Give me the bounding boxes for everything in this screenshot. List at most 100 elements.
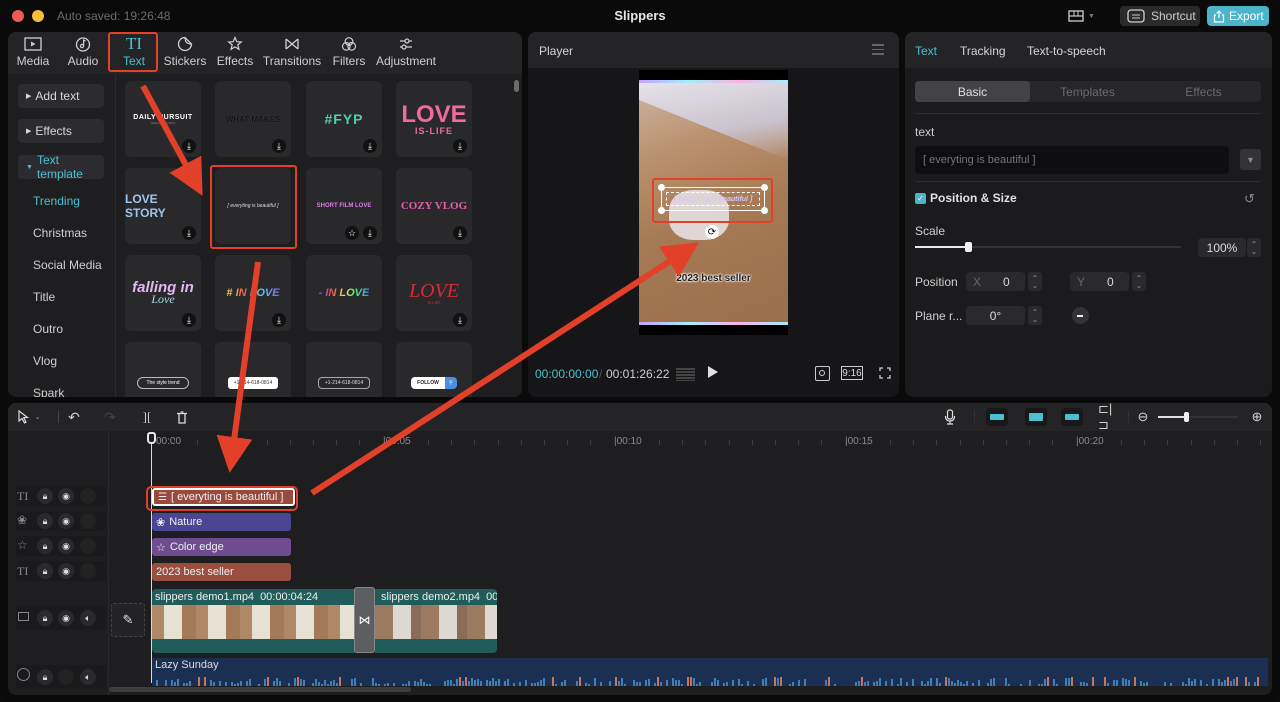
lock-icon[interactable]: 🔒︎ bbox=[37, 669, 53, 685]
template-tile[interactable]: WHAT MAKES ⤓ bbox=[215, 81, 291, 157]
tab-filters[interactable]: Filters bbox=[332, 34, 366, 70]
template-tile[interactable]: SHORT FILM LOVE ☆ ⤓ bbox=[306, 168, 382, 244]
template-scrollbar[interactable] bbox=[514, 80, 519, 92]
export-button[interactable]: Export bbox=[1207, 6, 1269, 26]
sidebar-item-outro[interactable]: Outro bbox=[33, 322, 63, 336]
undo-button[interactable]: ↶ bbox=[66, 408, 82, 426]
template-tile[interactable]: LOVE IS-LIFE ⤓ bbox=[396, 81, 472, 157]
sidebar-item-christmas[interactable]: Christmas bbox=[33, 226, 87, 240]
position-x-stepper[interactable]: ⌃ ⌄ bbox=[1028, 272, 1042, 291]
scale-stepper[interactable]: ⌃ ⌄ bbox=[1247, 238, 1261, 257]
menu-icon[interactable] bbox=[872, 44, 884, 55]
download-icon[interactable]: ⤓ bbox=[453, 226, 467, 240]
template-tile[interactable]: FOLLOW ⚲ bbox=[396, 342, 472, 397]
template-tile[interactable]: DAILY PURSUIT WEEKEND VIBES ⤓ bbox=[125, 81, 201, 157]
position-y-input[interactable]: Y 0 bbox=[1070, 272, 1129, 291]
eye-icon[interactable]: ◉ bbox=[58, 538, 74, 554]
eye-icon[interactable]: ◉ bbox=[58, 513, 74, 529]
rotation-stepper[interactable]: ⌃ ⌄ bbox=[1028, 306, 1042, 325]
rotate-handle-icon[interactable]: ⟳ bbox=[705, 225, 719, 239]
audio-clip[interactable]: Lazy Sunday bbox=[152, 658, 1268, 686]
template-tile[interactable]: falling in Love ⤓ bbox=[125, 255, 201, 331]
redo-button[interactable]: ↷ bbox=[102, 408, 118, 426]
download-icon[interactable]: ⤓ bbox=[272, 139, 286, 153]
template-tile[interactable]: LOVE STORY ⤓ bbox=[125, 168, 201, 244]
delete-button[interactable] bbox=[174, 408, 190, 426]
sidebar-item-social-media[interactable]: Social Media bbox=[33, 258, 102, 272]
scale-slider-thumb[interactable] bbox=[965, 242, 973, 252]
record-audio-button[interactable] bbox=[942, 408, 958, 426]
eye-icon[interactable]: ◉ bbox=[58, 563, 74, 579]
timeline-scrollbar[interactable] bbox=[109, 687, 411, 692]
download-icon[interactable]: ⤓ bbox=[363, 139, 377, 153]
download-icon[interactable]: ⤓ bbox=[272, 313, 286, 327]
shortcut-button[interactable]: Shortcut bbox=[1120, 6, 1200, 26]
sidebar-add-text[interactable]: ▶ Add text bbox=[18, 84, 104, 108]
scale-value-input[interactable]: 100% bbox=[1198, 238, 1246, 257]
cover-edit-button[interactable]: ✎ bbox=[111, 603, 145, 637]
sidebar-item-title[interactable]: Title bbox=[33, 290, 55, 304]
split-button[interactable]: ][ bbox=[139, 408, 155, 426]
zoom-preview-icon[interactable] bbox=[815, 366, 830, 381]
main-track-magnet-button[interactable] bbox=[986, 408, 1008, 426]
lock-icon[interactable]: 🔒︎ bbox=[37, 488, 53, 504]
play-button[interactable] bbox=[708, 366, 718, 378]
rotation-dial[interactable] bbox=[1072, 307, 1089, 324]
subtab-templates[interactable]: Templates bbox=[1030, 81, 1145, 102]
speaker-icon[interactable]: 🔈︎ bbox=[80, 610, 96, 626]
select-tool-button[interactable]: ⌄ bbox=[16, 408, 42, 426]
sidebar-text-template[interactable]: ▼ Text template bbox=[18, 153, 104, 181]
tab-tracking[interactable]: Tracking bbox=[960, 44, 1006, 58]
lock-icon[interactable]: 🔒︎ bbox=[37, 563, 53, 579]
video-clip-1[interactable]: slippers demo1.mp4 00:00:04:24 bbox=[152, 589, 358, 653]
template-tile[interactable]: #FYP ⤓ bbox=[306, 81, 382, 157]
reset-icon[interactable]: ↺ bbox=[1244, 191, 1255, 207]
waveform-toggle-icon[interactable] bbox=[676, 368, 695, 381]
speaker-icon[interactable]: 🔈︎ bbox=[80, 669, 96, 685]
minimize-window-button[interactable] bbox=[32, 10, 44, 22]
position-x-input[interactable]: X 0 bbox=[966, 272, 1025, 291]
template-tile[interactable]: LOVE IS LIFE ⤓ bbox=[396, 255, 472, 331]
sidebar-item-vlog[interactable]: Vlog bbox=[33, 354, 57, 368]
download-icon[interactable]: ⤓ bbox=[453, 313, 467, 327]
text-content-input[interactable] bbox=[915, 146, 1229, 174]
zoom-out-button[interactable]: ⊖ bbox=[1136, 408, 1150, 426]
aspect-ratio-button[interactable]: 9:16 bbox=[841, 366, 863, 380]
download-icon[interactable]: ⤓ bbox=[182, 313, 196, 327]
eye-icon[interactable]: ◉ bbox=[58, 488, 74, 504]
zoom-in-button[interactable]: ⊕ bbox=[1250, 408, 1264, 426]
template-tile[interactable]: COZY VLOG ⤓ bbox=[396, 168, 472, 244]
text-options-dropdown[interactable]: ▼ bbox=[1240, 149, 1261, 170]
text-clip[interactable]: 2023 best seller bbox=[152, 563, 291, 581]
template-tile[interactable]: # IN LOVE ⤓ bbox=[215, 255, 291, 331]
layout-button[interactable]: ▼ bbox=[1068, 8, 1098, 24]
scale-slider[interactable] bbox=[915, 242, 1181, 252]
zoom-slider-thumb[interactable] bbox=[1184, 412, 1189, 422]
subtab-basic[interactable]: Basic bbox=[915, 81, 1030, 102]
video-clip-2[interactable]: slippers demo2.mp4 00:0 bbox=[375, 589, 497, 653]
favorite-icon[interactable]: ☆ bbox=[345, 226, 359, 240]
template-tile[interactable]: +1-214-618-0814 bbox=[306, 342, 382, 397]
tab-text-props[interactable]: Text bbox=[915, 44, 937, 58]
tab-stickers[interactable]: Stickers bbox=[163, 34, 207, 70]
download-icon[interactable]: ⤓ bbox=[453, 139, 467, 153]
rotation-input[interactable]: 0° bbox=[966, 306, 1025, 325]
sidebar-effects[interactable]: ▶ Effects bbox=[18, 119, 104, 143]
tab-transitions[interactable]: Transitions bbox=[263, 34, 321, 70]
timeline-zoom-slider[interactable] bbox=[1158, 412, 1238, 422]
effect-clip[interactable]: ☆ Color edge bbox=[152, 538, 291, 556]
eye-icon[interactable]: ◉ bbox=[58, 610, 74, 626]
close-window-button[interactable] bbox=[12, 10, 24, 22]
playhead[interactable] bbox=[151, 433, 152, 683]
tab-media[interactable]: Media bbox=[16, 34, 50, 70]
tab-audio[interactable]: Audio bbox=[66, 34, 100, 70]
sidebar-item-trending[interactable]: Trending bbox=[33, 194, 80, 208]
playhead-handle[interactable] bbox=[147, 432, 156, 444]
template-tile[interactable]: - IN LOVE bbox=[306, 255, 382, 331]
position-size-checkbox[interactable]: ✓ bbox=[915, 193, 926, 204]
download-icon[interactable]: ⤓ bbox=[363, 226, 377, 240]
fullscreen-icon[interactable] bbox=[879, 367, 891, 379]
sidebar-item-spark[interactable]: Spark bbox=[33, 386, 64, 397]
download-icon[interactable]: ⤓ bbox=[182, 139, 196, 153]
position-y-stepper[interactable]: ⌃ ⌄ bbox=[1132, 272, 1146, 291]
